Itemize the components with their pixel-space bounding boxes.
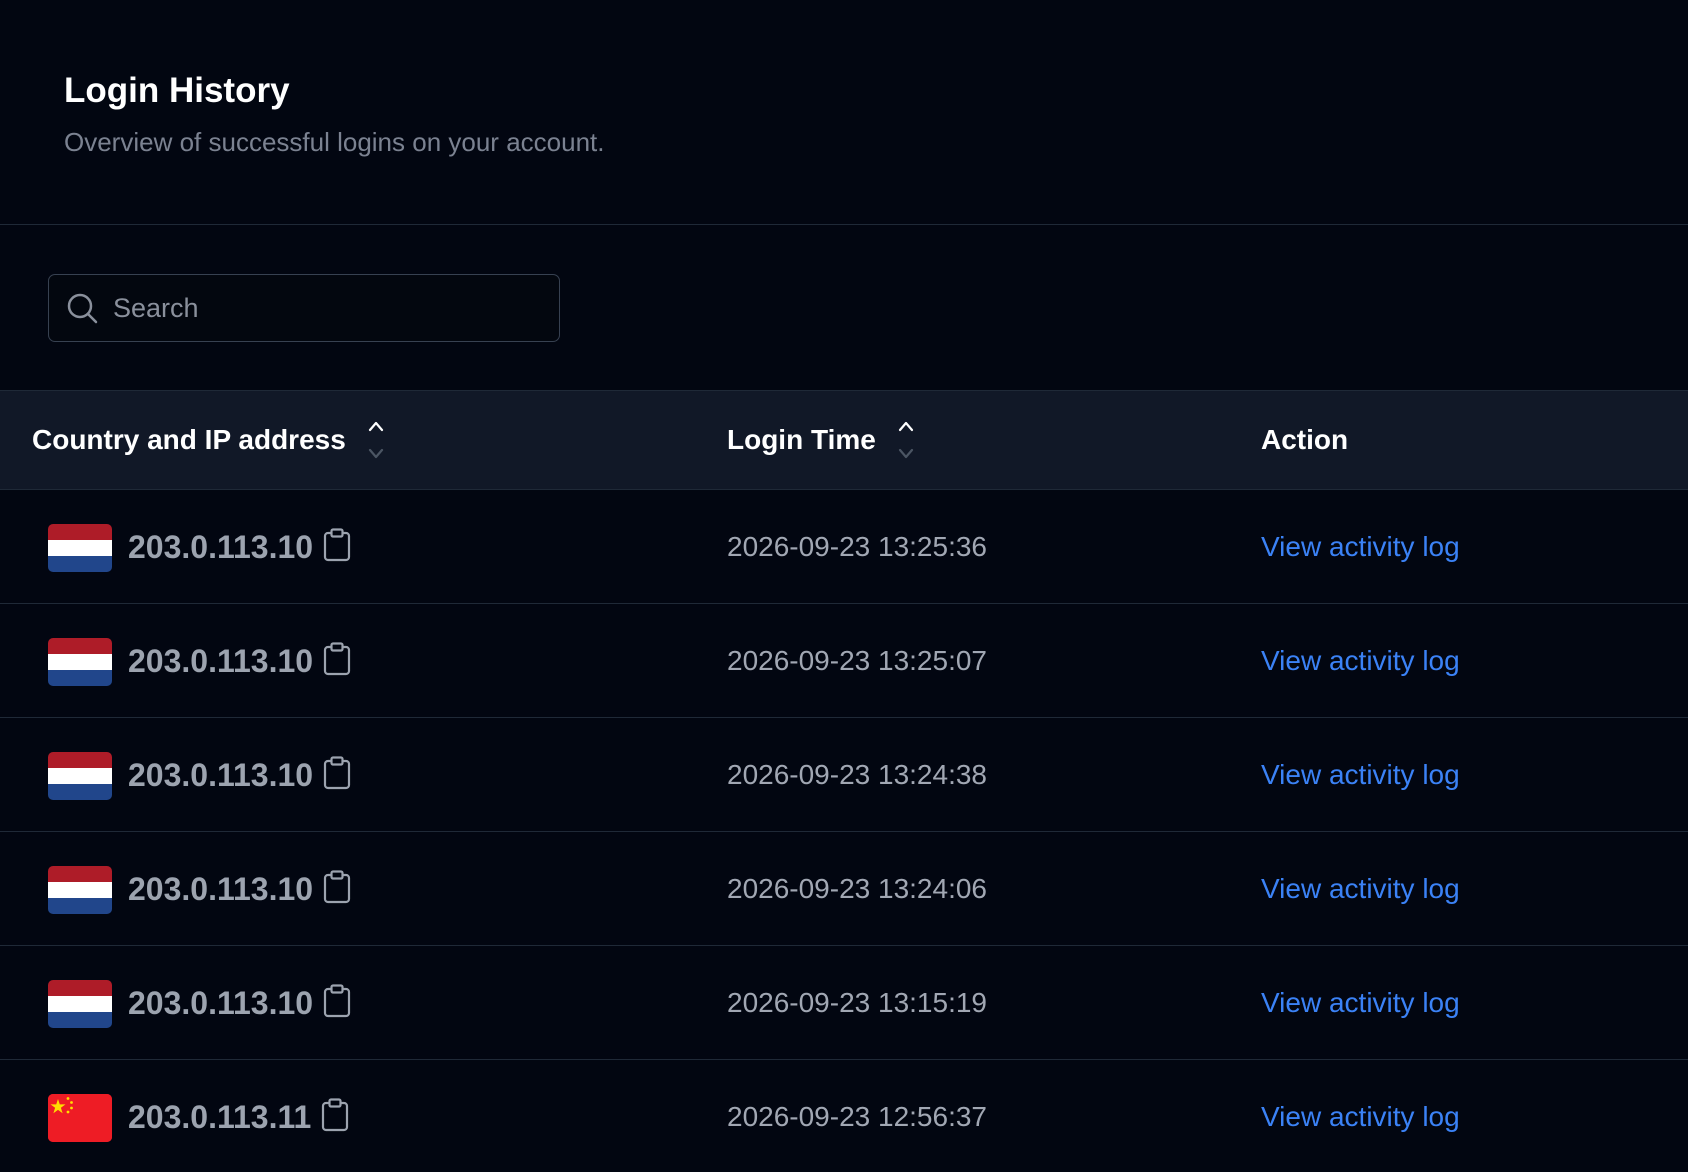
- table-row: 203.0.113.11 2026-09-23 12:56:37 View ac…: [0, 1060, 1688, 1172]
- login-table: Country and IP address Login Time Action…: [0, 390, 1688, 1172]
- table-header: Country and IP address Login Time Action: [0, 390, 1688, 490]
- clipboard-icon[interactable]: [323, 641, 351, 676]
- view-activity-log-link[interactable]: View activity log: [1261, 873, 1688, 905]
- sort-icon[interactable]: [366, 416, 386, 464]
- table-row: 203.0.113.10 2026-09-23 13:15:19 View ac…: [0, 946, 1688, 1060]
- login-time: 2026-09-23 13:25:36: [727, 530, 987, 562]
- view-activity-log-link[interactable]: View activity log: [1261, 531, 1688, 563]
- column-header-time-label: Login Time: [727, 424, 876, 455]
- page-header: Login History Overview of successful log…: [0, 0, 1688, 225]
- search-box[interactable]: [48, 274, 560, 342]
- clipboard-icon[interactable]: [323, 755, 351, 790]
- ip-address: 203.0.113.10: [128, 642, 314, 679]
- clipboard-icon[interactable]: [321, 1098, 349, 1132]
- netherlands-flag-icon: [48, 751, 112, 800]
- page-title: Login History: [64, 71, 290, 110]
- table-row: 203.0.113.10 2026-09-23 13:24:38 View ac…: [0, 718, 1688, 832]
- search-icon: [65, 291, 99, 325]
- table-body: 203.0.113.10 2026-09-23 13:25:36 View ac…: [0, 490, 1688, 1172]
- view-activity-log-link[interactable]: View activity log: [1261, 759, 1688, 791]
- netherlands-flag-icon: [48, 523, 112, 572]
- login-time: 2026-09-23 13:15:19: [727, 986, 987, 1018]
- ip-cell: 203.0.113.10: [0, 750, 695, 800]
- login-history-page: Login History Overview of successful log…: [0, 0, 1688, 1172]
- netherlands-flag-icon: [48, 979, 112, 1028]
- view-activity-log-link[interactable]: View activity log: [1261, 987, 1688, 1019]
- ip-cell: 203.0.113.10: [0, 978, 695, 1028]
- sort-icon[interactable]: [896, 416, 916, 464]
- ip-address: 203.0.113.10: [128, 528, 314, 565]
- ip-address: 203.0.113.10: [128, 870, 314, 907]
- table-row: 203.0.113.10 2026-09-23 13:25:07 View ac…: [0, 604, 1688, 718]
- column-header-time[interactable]: Login Time: [695, 416, 1261, 464]
- table-row: 203.0.113.10 2026-09-23 13:25:36 View ac…: [0, 490, 1688, 604]
- login-time: 2026-09-23 13:25:07: [727, 644, 987, 676]
- view-activity-log-link[interactable]: View activity log: [1261, 645, 1688, 677]
- column-header-ip[interactable]: Country and IP address: [0, 416, 695, 464]
- clipboard-icon[interactable]: [323, 983, 351, 1018]
- login-time: 2026-09-23 12:56:37: [727, 1101, 987, 1132]
- ip-address: 203.0.113.10: [128, 756, 314, 793]
- search-area: [0, 225, 1688, 390]
- clipboard-icon[interactable]: [323, 527, 351, 562]
- clipboard-icon[interactable]: [323, 869, 351, 904]
- column-header-action: Action: [1261, 424, 1349, 455]
- view-activity-log-link[interactable]: View activity log: [1261, 1101, 1688, 1133]
- china-flag-icon: [48, 1094, 112, 1142]
- netherlands-flag-icon: [48, 637, 112, 686]
- ip-cell: 203.0.113.10: [0, 636, 695, 686]
- table-row: 203.0.113.10 2026-09-23 13:24:06 View ac…: [0, 832, 1688, 946]
- search-input[interactable]: [113, 292, 533, 324]
- ip-cell: 203.0.113.11: [0, 1092, 695, 1142]
- ip-address: 203.0.113.11: [128, 1099, 312, 1135]
- ip-cell: 203.0.113.10: [0, 864, 695, 914]
- page-subtitle: Overview of successful logins on your ac…: [64, 127, 605, 157]
- ip-cell: 203.0.113.10: [0, 522, 695, 572]
- ip-address: 203.0.113.10: [128, 984, 314, 1021]
- login-time: 2026-09-23 13:24:06: [727, 872, 987, 904]
- login-time: 2026-09-23 13:24:38: [727, 758, 987, 790]
- column-header-ip-label: Country and IP address: [32, 424, 346, 455]
- netherlands-flag-icon: [48, 865, 112, 914]
